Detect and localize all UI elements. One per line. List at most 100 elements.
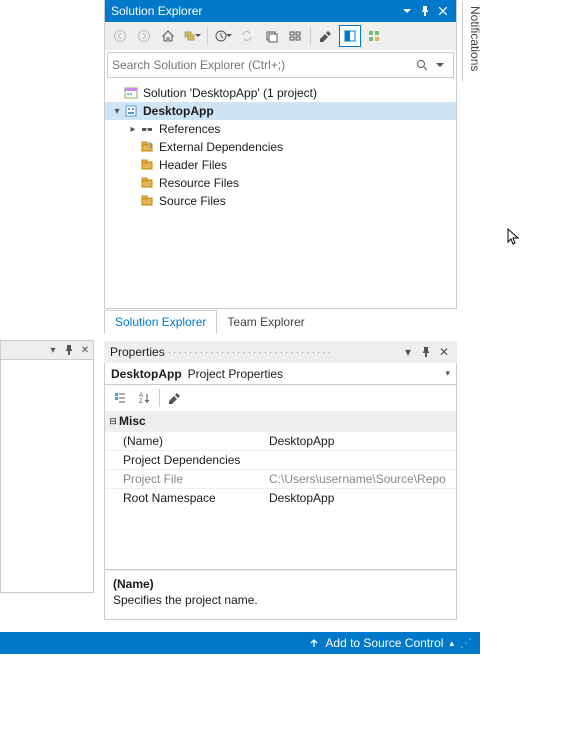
category-label: Misc	[119, 414, 146, 428]
prop-value: C:\Users\username\Source\Repo	[265, 470, 456, 488]
prop-row-name[interactable]: (Name) DesktopApp	[105, 431, 456, 450]
prop-name: (Name)	[105, 432, 265, 450]
solution-explorer-toolbar	[105, 22, 456, 50]
toolbar-separator	[207, 27, 208, 45]
pending-changes-button[interactable]	[212, 25, 234, 47]
add-source-control-button[interactable]: Add to Source Control	[325, 636, 443, 650]
external-deps-icon	[139, 139, 155, 155]
combo-object-name: DesktopApp	[111, 367, 182, 381]
prop-name: Root Namespace	[105, 489, 265, 507]
references-icon	[139, 121, 155, 137]
tree-project-node[interactable]: DesktopApp	[105, 102, 456, 120]
prop-row-namespace[interactable]: Root Namespace DesktopApp	[105, 488, 456, 507]
properties-title: Properties	[110, 345, 165, 359]
tree-external-deps-node[interactable]: External Dependencies	[105, 138, 456, 156]
solution-label: Solution 'DesktopApp' (1 project)	[143, 86, 317, 100]
search-input[interactable]	[112, 58, 413, 72]
tree-resource-files-node[interactable]: Resource Files	[105, 174, 456, 192]
panel-title: Solution Explorer	[111, 4, 202, 18]
preview-button[interactable]	[339, 25, 361, 47]
dropdown-icon[interactable]	[400, 4, 414, 18]
home-button[interactable]	[157, 25, 179, 47]
folder-icon	[139, 175, 155, 191]
properties-toolbar: AZ	[104, 385, 457, 411]
properties-grid: ⊟ Misc (Name) DesktopApp Project Depende…	[104, 411, 457, 570]
alphabetical-button[interactable]: AZ	[133, 387, 155, 409]
properties-object-combo[interactable]: DesktopApp Project Properties ▾	[104, 363, 457, 385]
grid-empty	[105, 507, 456, 569]
desc-name: (Name)	[113, 577, 448, 591]
grip-dots: ∙∙∙∙∙∙∙∙∙∙∙∙∙∙∙∙∙∙∙∙∙∙∙∙∙∙∙∙∙∙∙	[168, 345, 333, 359]
properties-button[interactable]	[315, 25, 337, 47]
cursor-icon	[507, 228, 521, 246]
prop-name: Project Dependencies	[105, 451, 265, 469]
close-icon[interactable]	[436, 4, 450, 18]
resource-files-label: Resource Files	[159, 176, 239, 190]
search-icon[interactable]	[413, 59, 431, 71]
search-options-icon[interactable]	[431, 61, 449, 69]
pin-icon[interactable]	[419, 347, 433, 357]
prop-value[interactable]	[265, 451, 456, 469]
bottom-tabs: Solution Explorer Team Explorer	[104, 309, 457, 333]
folder-icon	[139, 193, 155, 209]
tab-solution-explorer[interactable]: Solution Explorer	[104, 310, 217, 334]
dropdown-icon[interactable]: ▾	[47, 344, 59, 356]
scope-button[interactable]	[181, 25, 203, 47]
prop-value[interactable]: DesktopApp	[265, 489, 456, 507]
combo-object-type: Project Properties	[188, 367, 283, 381]
show-all-button[interactable]	[284, 25, 306, 47]
external-deps-label: External Dependencies	[159, 140, 283, 154]
svg-text:Z: Z	[139, 399, 143, 405]
toolbar-separator	[159, 389, 160, 407]
forward-button[interactable]	[133, 25, 155, 47]
tree-header-files-node[interactable]: Header Files	[105, 156, 456, 174]
pin-icon[interactable]	[418, 4, 432, 18]
pin-icon[interactable]	[63, 344, 75, 356]
dropdown-icon[interactable]: ▾	[401, 345, 415, 359]
docked-panel-left: ▾ ✕	[0, 340, 94, 593]
notifications-tab[interactable]: Notifications	[462, 2, 482, 82]
close-icon[interactable]: ✕	[437, 345, 451, 359]
tree-source-files-node[interactable]: Source Files	[105, 192, 456, 210]
category-row[interactable]: ⊟ Misc	[105, 411, 456, 431]
tab-team-explorer[interactable]: Team Explorer	[217, 310, 314, 333]
prop-row-file[interactable]: Project File C:\Users\username\Source\Re…	[105, 469, 456, 488]
toolbar-separator	[310, 27, 311, 45]
expander-icon[interactable]	[127, 124, 139, 135]
collapse-icon[interactable]: ⊟	[107, 416, 119, 427]
search-box[interactable]	[107, 52, 454, 78]
view-class-button[interactable]	[363, 25, 385, 47]
solution-icon	[123, 85, 139, 101]
expander-icon[interactable]	[111, 106, 123, 117]
status-bar: Add to Source Control ▴ ⋰	[0, 632, 480, 654]
prop-row-deps[interactable]: Project Dependencies	[105, 450, 456, 469]
close-icon[interactable]: ✕	[79, 344, 91, 356]
solution-explorer-titlebar[interactable]: Solution Explorer	[105, 0, 456, 22]
chevron-down-icon[interactable]: ▾	[445, 368, 450, 379]
solution-tree[interactable]: Solution 'DesktopApp' (1 project) Deskto…	[105, 80, 456, 308]
resize-grip-icon[interactable]: ⋰	[460, 636, 472, 650]
tree-solution-node[interactable]: Solution 'DesktopApp' (1 project)	[105, 84, 456, 102]
folder-icon	[139, 157, 155, 173]
sync-button[interactable]	[236, 25, 258, 47]
publish-icon[interactable]	[309, 638, 319, 648]
prop-value[interactable]: DesktopApp	[265, 432, 456, 450]
project-icon	[123, 103, 139, 119]
header-files-label: Header Files	[159, 158, 227, 172]
back-button[interactable]	[109, 25, 131, 47]
desc-text: Specifies the project name.	[113, 593, 448, 607]
prop-name: Project File	[105, 470, 265, 488]
collapse-button[interactable]	[260, 25, 282, 47]
references-label: References	[159, 122, 220, 136]
chevron-up-icon[interactable]: ▴	[449, 638, 454, 649]
categorized-button[interactable]	[109, 387, 131, 409]
properties-titlebar[interactable]: Properties ∙∙∙∙∙∙∙∙∙∙∙∙∙∙∙∙∙∙∙∙∙∙∙∙∙∙∙∙∙…	[104, 341, 457, 363]
source-files-label: Source Files	[159, 194, 226, 208]
project-label: DesktopApp	[143, 104, 214, 118]
solution-explorer-panel: Solution Explorer	[104, 0, 457, 309]
docked-panel-header: ▾ ✕	[1, 341, 93, 360]
property-pages-button[interactable]	[164, 387, 186, 409]
tree-references-node[interactable]: References	[105, 120, 456, 138]
properties-description: (Name) Specifies the project name.	[104, 570, 457, 620]
properties-panel: Properties ∙∙∙∙∙∙∙∙∙∙∙∙∙∙∙∙∙∙∙∙∙∙∙∙∙∙∙∙∙…	[104, 341, 457, 620]
